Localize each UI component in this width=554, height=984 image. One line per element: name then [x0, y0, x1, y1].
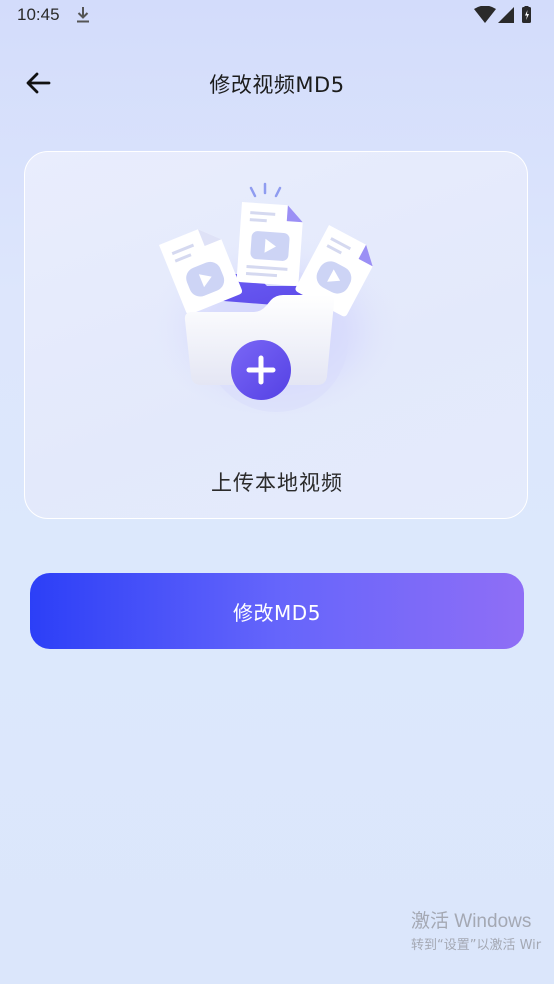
upload-local-video-card[interactable]: 上传本地视频 — [24, 151, 528, 519]
status-icons — [474, 6, 531, 23]
page-title: 修改视频MD5 — [209, 73, 345, 97]
plus-icon — [231, 340, 291, 400]
upload-label: 上传本地视频 — [211, 471, 343, 495]
download-icon — [77, 7, 89, 23]
modify-md5-button[interactable]: 修改MD5 — [30, 573, 524, 649]
battery-icon — [522, 6, 531, 23]
upload-illustration — [146, 182, 406, 415]
sparkle-icon — [249, 182, 282, 198]
signal-icon — [498, 7, 514, 23]
status-time: 10:45 — [17, 5, 60, 24]
header: 修改视频MD5 — [0, 58, 554, 108]
wifi-icon — [474, 6, 496, 23]
activation-watermark-subtitle: 转到“设置”以激活 Wir — [411, 938, 542, 953]
video-file-icon — [236, 202, 303, 286]
status-bar: 10:45 — [0, 0, 554, 32]
activation-watermark-title: 激活 Windows — [411, 911, 532, 932]
